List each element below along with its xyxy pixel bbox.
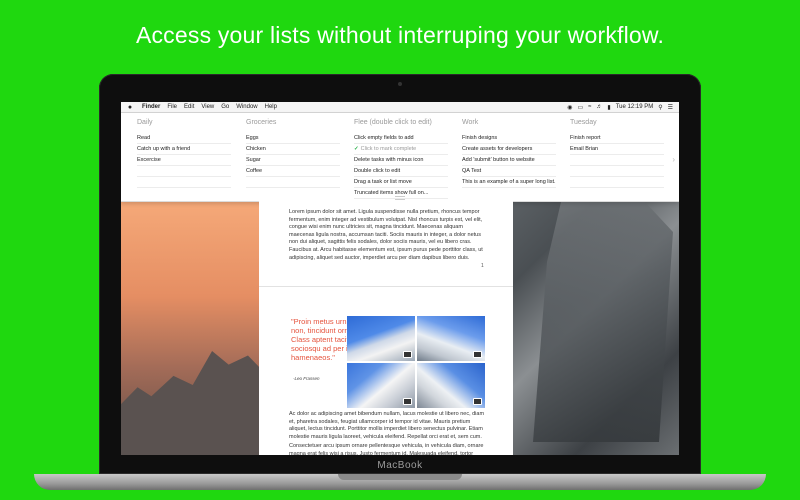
app-status-icon[interactable]: ◉ [567,104,572,111]
list-title[interactable]: Daily [137,118,231,127]
battery-icon[interactable]: ▮ [607,104,610,111]
menu-finder[interactable]: Finder [142,104,160,110]
paragraph: Lorem ipsum dolor sit amet. Ligula suspe… [289,209,483,261]
headline: Access your lists without interruping yo… [135,22,665,48]
list-item[interactable]: QA Test [462,166,556,177]
volume-icon[interactable]: ♬ [596,104,602,110]
architecture-photo[interactable] [347,316,415,361]
list-item[interactable]: Double click to edit [354,166,448,177]
list-item-label: Click to mark complete [360,146,417,152]
list-item[interactable]: This is an example of a super long list.… [462,177,556,188]
list-daily: Daily Read Catch up with a friend Excerc… [137,118,231,188]
page-divider [259,286,513,287]
list-tuesday: Tuesday Finish report Email Brian [570,118,664,188]
list-item[interactable]: Delete tasks with minus icon [354,155,448,166]
list-item[interactable]: Sugar [246,155,340,166]
menu-go[interactable]: Go [221,104,229,110]
list-title[interactable]: Tuesday [570,118,664,127]
resize-grip[interactable] [395,196,405,200]
status-area: ◉ ▭ ≈ ♬ ▮ Tue 12:19 PM ⚲ ☰ [567,104,673,111]
list-flee: Flee (double click to edit) Click empty … [354,118,448,199]
paragraph: Ac dolor ac adipiscing amet bibendum nul… [289,411,485,440]
list-item-empty[interactable] [246,177,340,188]
image-badge-icon [403,351,412,358]
list-item[interactable]: Create assets for developers [462,144,556,155]
list-icon[interactable]: ☰ [668,104,673,111]
menu-window[interactable]: Window [236,104,257,110]
image-badge-icon [473,351,482,358]
quote-author: -Leo Frassen [293,376,320,381]
menu-file[interactable]: File [167,104,177,110]
clock[interactable]: Tue 12:19 PM [616,104,653,110]
list-item[interactable]: Coffee [246,166,340,177]
list-item-empty[interactable] [137,177,231,188]
camera [398,82,402,86]
apple-menu-icon[interactable]: ● [125,104,135,111]
list-title[interactable]: Flee (double click to edit) [354,118,448,127]
image-badge-icon [403,398,412,405]
list-item[interactable]: Finish designs [462,133,556,144]
list-item-completed[interactable]: ✓ Click to mark complete [354,144,448,155]
list-groceries: Groceries Eggs Chicken Sugar Coffee [246,118,340,188]
list-title[interactable]: Work [462,118,556,127]
list-item[interactable]: Chicken [246,144,340,155]
list-item[interactable]: Email Brian [570,144,664,155]
list-item[interactable]: Catch up with a friend [137,144,231,155]
list-item-empty[interactable] [137,166,231,177]
list-item-empty[interactable] [570,166,664,177]
list-item[interactable]: Eggs [246,133,340,144]
architecture-photo[interactable] [347,363,415,408]
page-number: 1 [481,263,484,269]
menu-view[interactable]: View [201,104,214,110]
architecture-photo[interactable] [417,316,485,361]
photo-grid [347,316,485,408]
list-item[interactable]: Excercise [137,155,231,166]
document-page: Lorem ipsum dolor sit amet. Ligula suspe… [259,201,513,455]
menu-help[interactable]: Help [265,104,277,110]
list-item[interactable]: Finish report [570,133,664,144]
chevron-right-icon[interactable]: › [672,155,675,164]
image-badge-icon [473,398,482,405]
list-item-empty[interactable] [570,177,664,188]
architecture-photo[interactable] [417,363,485,408]
checkmark-icon: ✓ [354,146,359,152]
list-item[interactable]: Read [137,133,231,144]
list-title[interactable]: Groceries [246,118,340,127]
laptop-brand: MacBook [377,460,423,471]
menu-edit[interactable]: Edit [184,104,194,110]
list-item[interactable]: Click empty fields to add [354,133,448,144]
search-icon[interactable]: ⚲ [658,104,662,111]
list-item-empty[interactable] [570,155,664,166]
lists-panel: Daily Read Catch up with a friend Excerc… [121,113,679,202]
airplay-icon[interactable]: ▭ [577,104,583,111]
menu-bar: ● Finder File Edit View Go Window Help ◉… [121,102,679,113]
screen: ● Finder File Edit View Go Window Help ◉… [121,102,679,455]
list-work: Work Finish designs Create assets for de… [462,118,556,188]
list-item[interactable]: Add 'submit' button to website [462,155,556,166]
laptop-notch [338,474,462,480]
paragraph: Consectetuer arcu ipsum ornare pellentes… [289,443,484,455]
wifi-icon[interactable]: ≈ [588,104,591,110]
list-item[interactable]: Drag a task or list move [354,177,448,188]
